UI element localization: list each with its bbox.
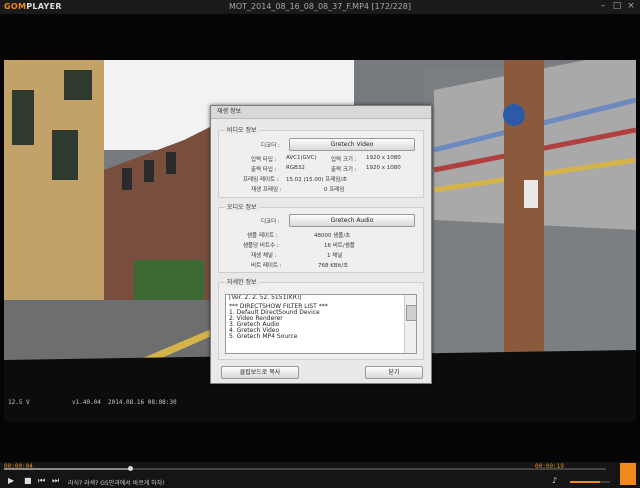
volume-slider[interactable] (570, 481, 610, 483)
title-bar: GOMPLAYER MOT_2014_08_16_08_08_37_F.MP4 … (0, 0, 640, 14)
input-type-label: 입력 타입 : (251, 157, 277, 163)
osd-version: v1.40.04 (72, 399, 101, 406)
input-type-value: AVC1(GVC) (286, 155, 317, 161)
volume-icon[interactable]: ♪ (552, 476, 557, 485)
framerate-label: 프레임 레이트 : (243, 177, 279, 183)
detail-info-label: 자세한 정보 (225, 277, 259, 286)
samplerate-label: 샘플 레이트 : (247, 233, 278, 239)
samplerate-value: 48000 샘플/초 (314, 233, 351, 239)
elapsed-time: 00:00:04 (4, 463, 33, 470)
stop-icon[interactable]: ■ (24, 476, 32, 485)
audio-decoder-label: 디코더 : (261, 219, 280, 225)
player-controls: 00:00:04 00:00:19 ▶ ■ ⏮ ⏭ 라식? 라섹? GS안과에서… (0, 462, 640, 488)
scrollbar-thumb[interactable] (406, 305, 416, 321)
video-info-label: 비디오 정보 (225, 125, 259, 134)
maximize-icon[interactable]: □ (612, 1, 622, 11)
output-size-value: 1920 x 1080 (366, 165, 401, 171)
bits-label: 샘플당 비트수 : (243, 243, 279, 249)
previous-icon[interactable]: ⏮ (38, 476, 45, 486)
seek-bar[interactable] (4, 466, 606, 471)
audio-info-label: 오디오 정보 (225, 202, 259, 211)
video-decoder-button[interactable]: Gretech Video (289, 138, 415, 151)
bitrate-label: 비트 레이트 : (251, 263, 282, 269)
volume-level (570, 481, 600, 483)
dropped-frames-label: 재생 프레임 : (251, 187, 282, 193)
channels-label: 재생 채널 : (251, 253, 277, 259)
audio-decoder-button[interactable]: Gretech Audio (289, 214, 415, 227)
output-type-label: 출력 타입 : (251, 167, 277, 173)
video-decoder-label: 디코더 : (261, 143, 280, 149)
dropped-frames-value: 0 프레임 (324, 187, 345, 193)
detail-log-textarea[interactable]: [Ver. 2. 2. 52. 5151(KR)] *** DIRECTSHOW… (225, 294, 417, 354)
next-icon[interactable]: ⏭ (52, 476, 59, 486)
bitrate-value: 768 KBit/초 (318, 263, 349, 269)
log-scrollbar[interactable] (404, 295, 416, 353)
total-time: 00:00:19 (535, 463, 564, 470)
osd-voltage: 12.5 V (8, 399, 30, 406)
dialog-title: 재생 정보 (211, 106, 431, 119)
input-size-label: 입력 크기 : (331, 157, 357, 163)
log-line: 5. Gretech MP4 Source (229, 333, 298, 340)
framerate-value: 15.02 (15.00) 프레임/초 (286, 177, 348, 183)
play-icon[interactable]: ▶ (8, 476, 14, 485)
seek-knob[interactable] (127, 466, 133, 471)
osd-datetime: 2014.08.16 08:08:30 (108, 399, 177, 406)
copy-to-clipboard-button[interactable]: 클립보드로 복사 (221, 366, 299, 379)
output-size-label: 출력 크기 : (331, 167, 357, 173)
output-type-value: RGB32 (286, 165, 305, 171)
fullscreen-button[interactable] (620, 463, 636, 485)
bits-value: 16 비트/샘플 (324, 243, 355, 249)
marquee-text[interactable]: 라식? 라섹? GS안과에서 바르게 하자! (68, 478, 165, 487)
input-size-value: 1920 x 1080 (366, 155, 401, 161)
close-button[interactable]: 닫기 (365, 366, 423, 379)
minimize-icon[interactable]: – (598, 1, 608, 11)
window-title: MOT_2014_08_16_08_08_37_F.MP4 [172/228] (228, 2, 412, 11)
playback-info-dialog: 재생 정보 비디오 정보 디코더 : Gretech Video 입력 타입 :… (210, 105, 432, 384)
channels-value: 1 채널 (327, 253, 343, 259)
close-icon[interactable]: × (626, 1, 636, 11)
